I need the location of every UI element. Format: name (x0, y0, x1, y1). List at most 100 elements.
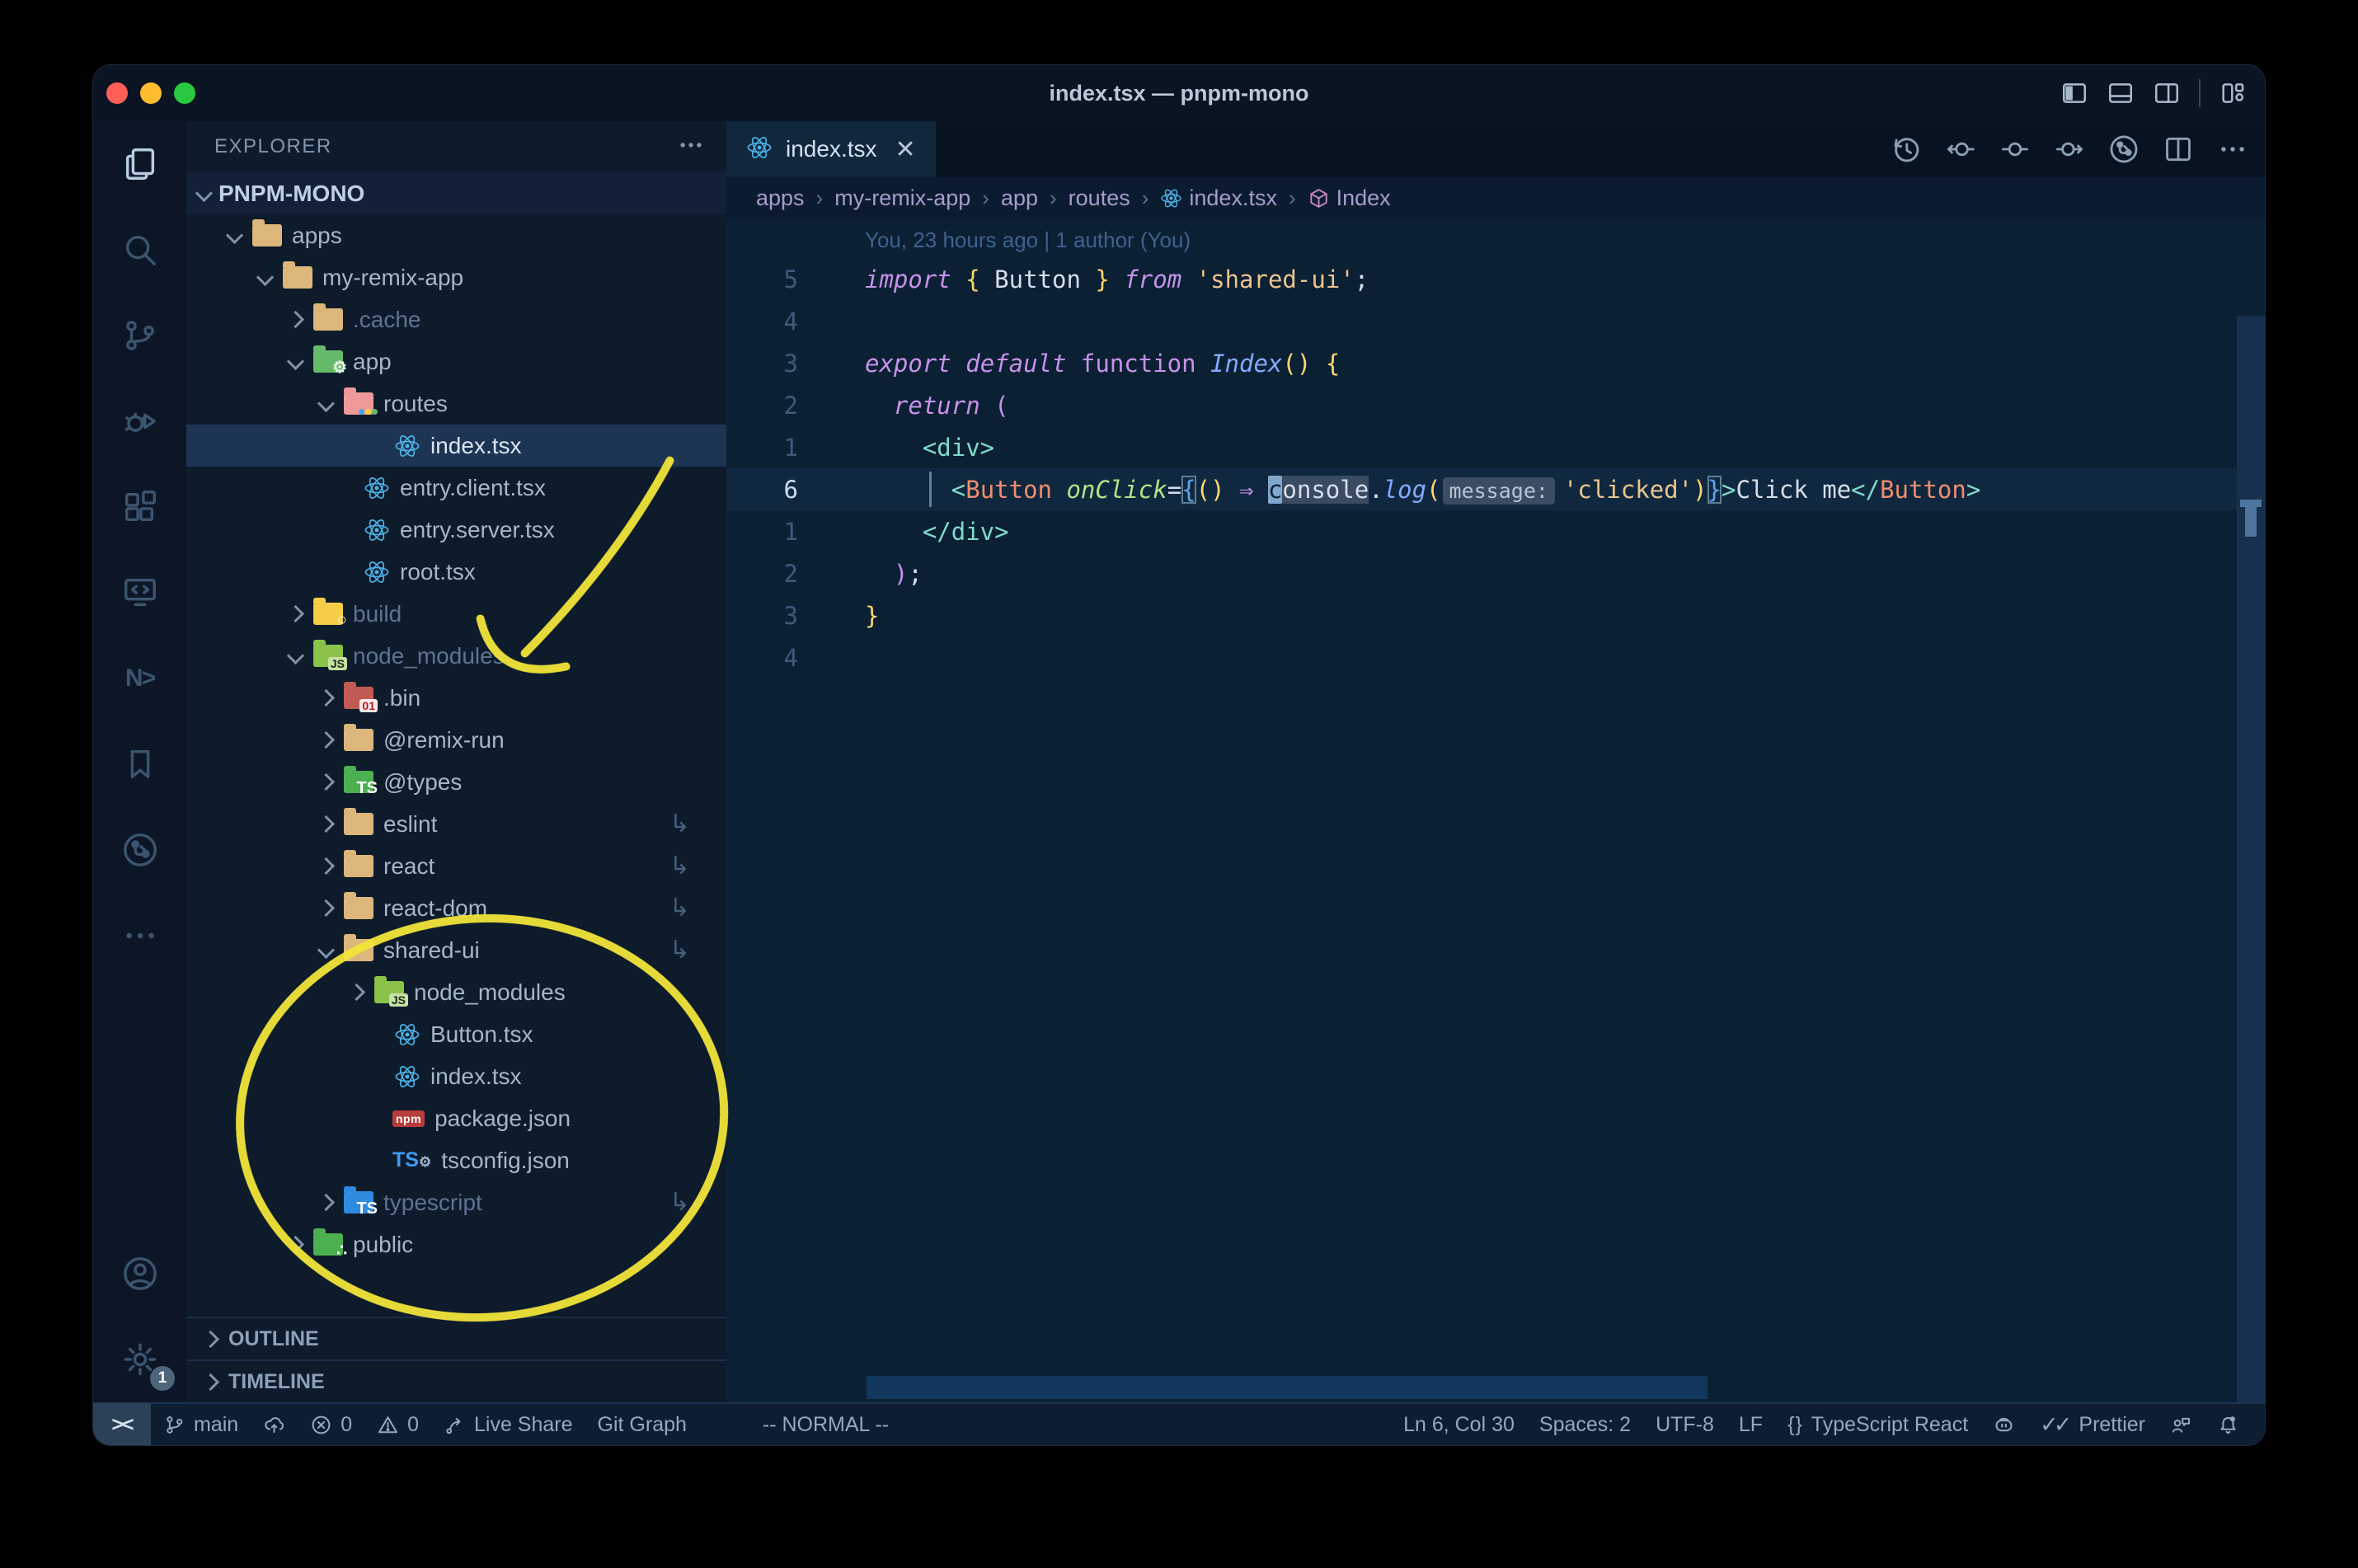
tree-item-index-tsx[interactable]: index.tsx (186, 425, 726, 467)
code-line[interactable]: 4 (726, 300, 2265, 342)
status-vim-mode[interactable]: -- NORMAL -- (750, 1413, 901, 1437)
horizontal-scrollbar[interactable] (867, 1376, 1707, 1399)
activity-nx-console[interactable]: N> (93, 636, 186, 721)
status-git-graph[interactable]: Git Graph (585, 1413, 699, 1437)
activity-extensions[interactable] (93, 464, 186, 550)
line-number: 1 (783, 433, 798, 462)
status-branch[interactable]: main (151, 1413, 251, 1437)
status-copilot[interactable] (1980, 1414, 2027, 1436)
prev-change-icon[interactable] (1945, 134, 1976, 165)
tree-item-node-modules[interactable]: JS node_modules (186, 635, 726, 677)
sidebar-section-timeline[interactable]: TIMELINE (186, 1359, 726, 1402)
status-eol[interactable]: LF (1726, 1413, 1775, 1437)
tree-item-index-tsx[interactable]: index.tsx (186, 1055, 726, 1097)
status-label: -- NORMAL -- (762, 1412, 890, 1436)
activity-source-control[interactable] (93, 293, 186, 378)
status-prettier[interactable]: ✓✓ Prettier (2027, 1412, 2158, 1438)
status-encoding[interactable]: UTF-8 (1643, 1413, 1726, 1437)
tree-item-entry-server-tsx[interactable]: entry.server.tsx (186, 509, 726, 551)
tree-item-public[interactable]: ∴ public (186, 1223, 726, 1265)
folder-types: TS (344, 766, 378, 796)
change-icon[interactable] (1999, 134, 2031, 165)
split-editor-icon[interactable] (2163, 134, 2194, 165)
activity-more[interactable] (93, 893, 186, 979)
breadcrumb-item-routes[interactable]: routes (1069, 185, 1130, 211)
sidebar-section-outline[interactable]: OUTLINE (186, 1317, 726, 1359)
code-line[interactable]: 1 <div> (726, 426, 2265, 468)
git-graph-icon[interactable] (2108, 134, 2140, 165)
status-cursor-position[interactable]: Ln 6, Col 30 (1391, 1413, 1527, 1437)
status-indentation[interactable]: Spaces: 2 (1527, 1413, 1643, 1437)
status-problems-warnings[interactable]: 0 (364, 1413, 431, 1437)
code-line[interactable]: 5 import { Button } from 'shared-ui'; (726, 258, 2265, 300)
activity-accounts[interactable] (93, 1231, 186, 1317)
close-tab-icon[interactable]: ✕ (895, 135, 916, 164)
remote-indicator[interactable]: >< (93, 1403, 151, 1445)
tree-item-shared-ui[interactable]: shared-ui ↳ (186, 929, 726, 971)
tree-item-typescript[interactable]: TS typescript ↳ (186, 1181, 726, 1223)
tree-item-tsconfig-json[interactable]: TS⚙ tsconfig.json (186, 1139, 726, 1181)
breadcrumb-item-app[interactable]: app (1001, 185, 1038, 211)
tree-item--bin[interactable]: 01 .bin (186, 677, 726, 719)
ellipsis-icon[interactable] (2217, 134, 2248, 165)
toggle-sidebar-icon[interactable] (2060, 79, 2088, 107)
customize-layout-icon[interactable] (2219, 79, 2247, 107)
tree-item-button-tsx[interactable]: Button.tsx (186, 1013, 726, 1055)
activity-explorer[interactable] (93, 121, 186, 207)
status-problems-errors[interactable]: 0 (298, 1413, 364, 1437)
tree-item-react-dom[interactable]: react-dom ↳ (186, 887, 726, 929)
status-bar: >< main 0 0 Live Share Git Graph -- NORMAL -- … (93, 1402, 2265, 1445)
tree-item-build[interactable]: ○ build (186, 593, 726, 635)
breadcrumb-item-index[interactable]: Index (1308, 185, 1391, 211)
code-line[interactable]: 3} (726, 594, 2265, 636)
code-line[interactable]: 2 ); (726, 552, 2265, 594)
tree-item-package-json[interactable]: npm package.json (186, 1097, 726, 1139)
activity-git-graph[interactable] (93, 807, 186, 893)
symbol-namespace-icon (1308, 187, 1330, 209)
code-line[interactable]: 1 </div> (726, 510, 2265, 552)
activity-search[interactable] (93, 207, 186, 293)
vertical-scrollbar[interactable] (2237, 316, 2265, 1402)
tree-item-root-tsx[interactable]: root.tsx (186, 551, 726, 593)
status-language-mode[interactable]: {} TypeScript React (1775, 1413, 1980, 1437)
code-line[interactable]: 4 (726, 636, 2265, 678)
code-line-current[interactable]: 6 <Button onClick={() ⇒ console.log(mess… (726, 468, 2265, 510)
tree-item-node-modules[interactable]: JS node_modules (186, 971, 726, 1013)
next-change-icon[interactable] (2054, 134, 2085, 165)
zoom-window-button[interactable] (174, 82, 195, 104)
toggle-panel-icon[interactable] (2107, 79, 2135, 107)
activity-remote-explorer[interactable] (93, 550, 186, 636)
breadcrumb-item-index-tsx[interactable]: index.tsx (1160, 185, 1277, 211)
activity-bookmarks[interactable] (93, 721, 186, 807)
tree-item--remix-run[interactable]: @remix-run (186, 719, 726, 761)
status-feedback[interactable] (2158, 1414, 2205, 1436)
tree-item--types[interactable]: TS @types (186, 761, 726, 803)
tab-index-tsx[interactable]: index.tsx ✕ (726, 121, 936, 177)
line-number: 2 (783, 559, 798, 588)
breadcrumb-item-apps[interactable]: apps (756, 185, 805, 211)
minimize-window-button[interactable] (140, 82, 162, 104)
workspace-root-row[interactable]: PNPM-MONO (186, 172, 726, 214)
history-icon[interactable] (1891, 134, 1922, 165)
status-notifications[interactable] (2205, 1414, 2252, 1436)
tree-item-app[interactable]: ⚙ app (186, 340, 726, 383)
tree-item-entry-client-tsx[interactable]: entry.client.tsx (186, 467, 726, 509)
toggle-secondary-sidebar-icon[interactable] (2153, 79, 2181, 107)
tree-item-routes[interactable]: routes (186, 383, 726, 425)
status-live-share[interactable]: Live Share (431, 1413, 585, 1437)
chevron-right-icon (286, 1235, 305, 1254)
activity-settings[interactable]: 1 (93, 1317, 186, 1402)
close-window-button[interactable] (106, 82, 128, 104)
tree-item-my-remix-app[interactable]: my-remix-app (186, 256, 726, 298)
explorer-actions-icon[interactable] (677, 131, 705, 163)
code-editor[interactable]: You, 23 hours ago | 1 author (You) 5 impo… (726, 218, 2265, 1402)
tree-item-react[interactable]: react ↳ (186, 845, 726, 887)
tree-item--cache[interactable]: .cache (186, 298, 726, 340)
status-publish[interactable] (251, 1414, 298, 1436)
code-line[interactable]: 3 export default function Index() { (726, 342, 2265, 384)
code-line[interactable]: 2 return ( (726, 384, 2265, 426)
tree-item-eslint[interactable]: eslint ↳ (186, 803, 726, 845)
breadcrumb-item-my-remix-app[interactable]: my-remix-app (834, 185, 970, 211)
activity-run-debug[interactable] (93, 378, 186, 464)
tree-item-apps[interactable]: apps (186, 214, 726, 256)
